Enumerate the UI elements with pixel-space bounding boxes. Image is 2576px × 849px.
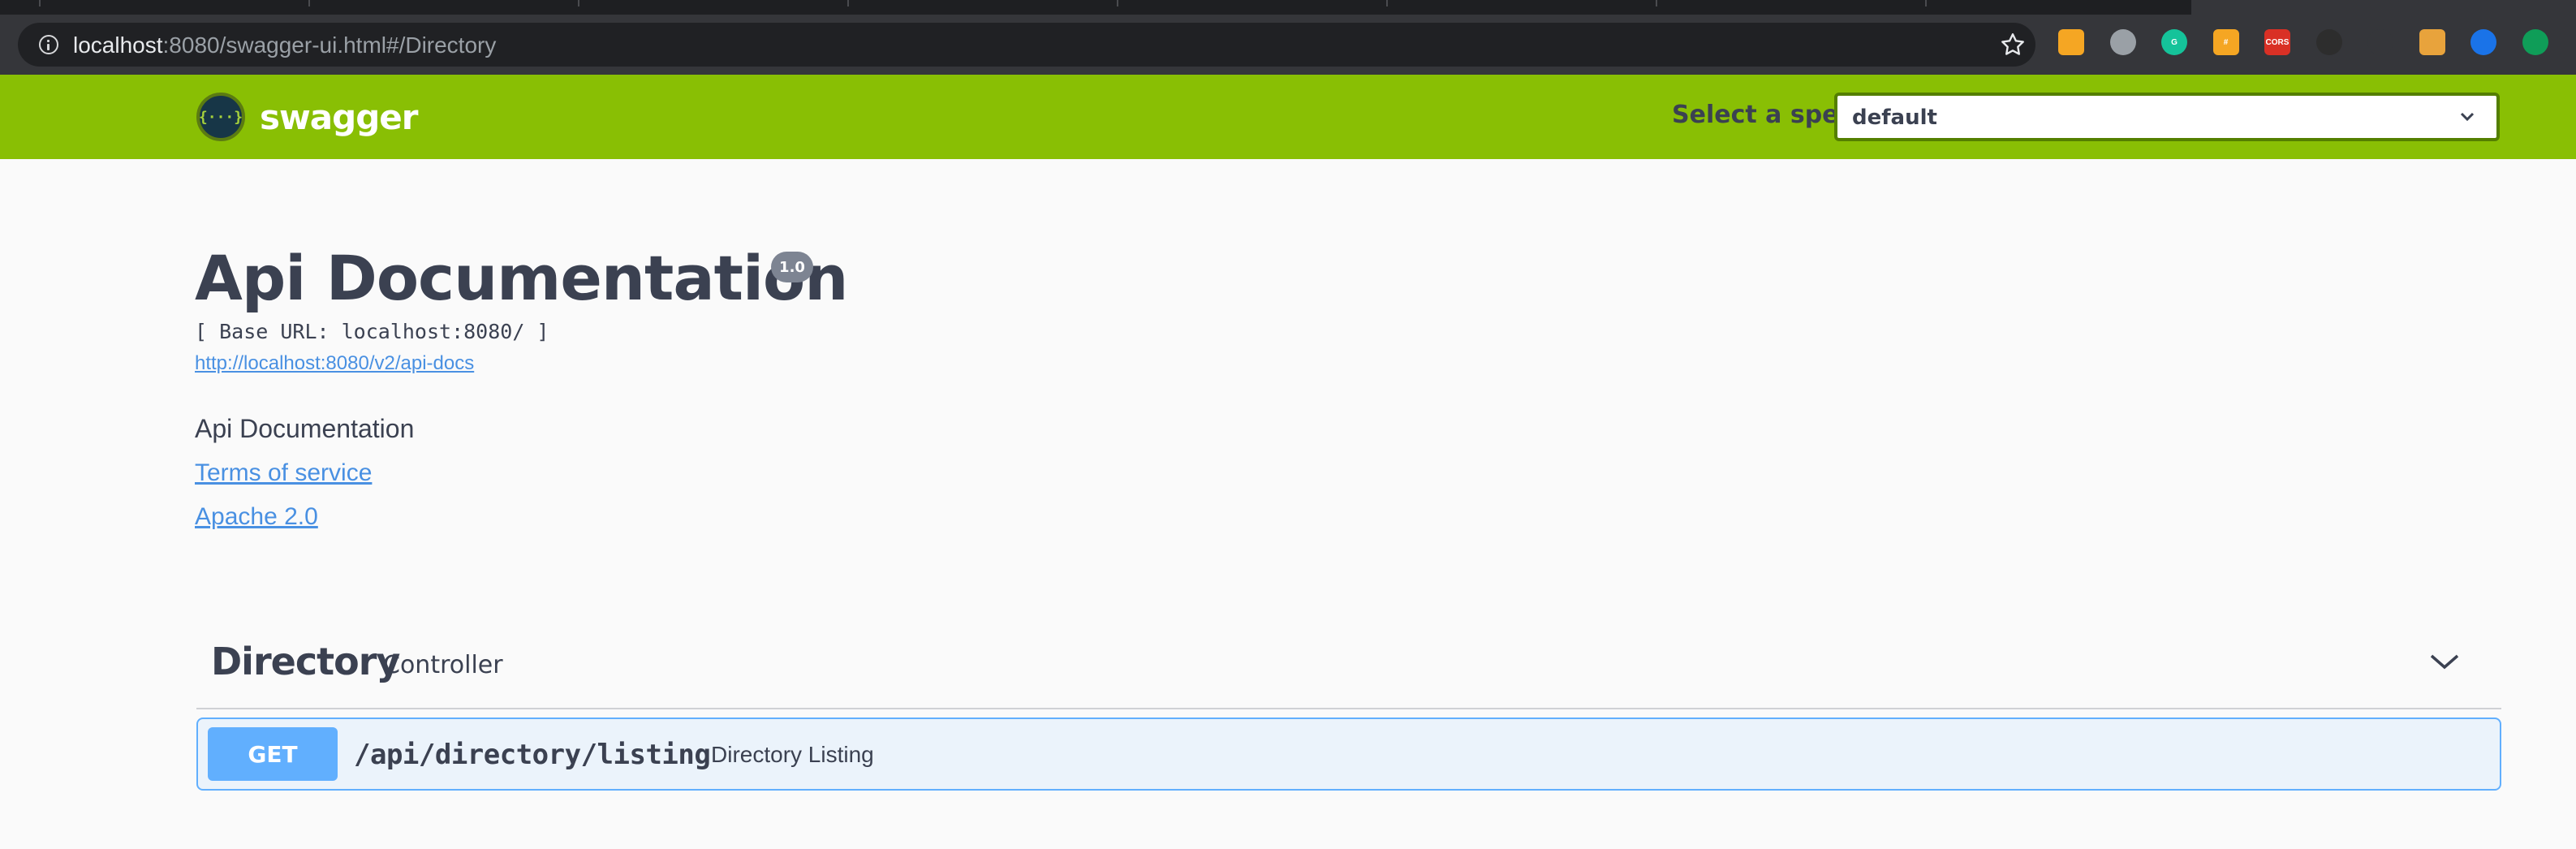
- tag-section-header[interactable]: Directory Controller: [196, 625, 2501, 709]
- base-url: [ Base URL: localhost:8080/ ]: [195, 320, 549, 343]
- browser-toolbar: localhost:8080/swagger-ui.html#/Director…: [0, 15, 2576, 75]
- tab-separator: [1925, 0, 1927, 6]
- api-title: Api Documentation: [195, 242, 848, 314]
- tab-separator: [847, 0, 849, 6]
- play-extension-icon[interactable]: [2470, 29, 2496, 55]
- grammarly-icon[interactable]: G: [2161, 29, 2187, 55]
- browser-tabstrip: [0, 0, 2576, 15]
- cors-extension-icon[interactable]: CORS: [2264, 29, 2290, 55]
- url-path: :8080/swagger-ui.html#/Directory: [162, 32, 497, 58]
- url-text[interactable]: localhost:8080/swagger-ui.html#/Director…: [73, 32, 496, 58]
- operation-path: /api/directory/listing: [354, 739, 711, 771]
- hashtag-extension-icon[interactable]: #: [2212, 29, 2239, 55]
- swagger-topbar: {···} swagger Select a spec default: [0, 75, 2576, 159]
- tab-separator: [1656, 0, 1657, 6]
- swagger-logo[interactable]: {···} swagger: [196, 93, 418, 141]
- tag-description: Controller: [383, 651, 503, 679]
- green-dot-extension-icon[interactable]: [2522, 29, 2548, 55]
- operation-summary: Directory Listing: [711, 742, 874, 767]
- collapse-chevron-icon[interactable]: [2428, 649, 2461, 674]
- tab-separator: [1117, 0, 1118, 6]
- http-method-badge: GET: [208, 727, 338, 781]
- react-devtools-icon[interactable]: [2367, 29, 2393, 55]
- tag-name: Directory: [211, 640, 400, 683]
- swagger-logo-icon: {···}: [196, 93, 245, 141]
- swagger-logo-text: swagger: [260, 97, 418, 137]
- circle-extension-icon[interactable]: [2109, 29, 2136, 55]
- spec-select-label: Select a spec: [1672, 101, 1854, 129]
- chevron-down-icon: [2460, 112, 2475, 122]
- api-docs-link[interactable]: http://localhost:8080/v2/api-docs: [195, 352, 474, 375]
- spec-select[interactable]: default: [1834, 93, 2500, 141]
- rss-extension-icon[interactable]: [2058, 29, 2084, 55]
- tab-separator: [308, 0, 310, 6]
- tab-separator: [39, 0, 41, 6]
- tab-separator: [1386, 0, 1388, 6]
- license-link[interactable]: Apache 2.0: [195, 503, 318, 531]
- bookmark-star-icon[interactable]: [1998, 30, 2027, 59]
- site-info-icon[interactable]: [39, 35, 58, 54]
- tab-separator: [578, 0, 579, 6]
- version-badge: 1.0: [771, 252, 813, 282]
- active-tab[interactable]: [2191, 0, 2576, 15]
- api-description: Api Documentation: [195, 414, 415, 443]
- terms-of-service-link[interactable]: Terms of service: [195, 459, 372, 487]
- spec-select-value: default: [1852, 106, 1937, 130]
- color-picker-extension-icon[interactable]: [2419, 29, 2445, 55]
- redux-devtools-icon[interactable]: [2315, 29, 2342, 55]
- operation-get-listing[interactable]: GET /api/directory/listing Directory Lis…: [196, 718, 2501, 791]
- address-bar[interactable]: localhost:8080/swagger-ui.html#/Director…: [18, 23, 2035, 67]
- url-host: localhost: [73, 32, 163, 58]
- logo-glyph: {···}: [198, 108, 243, 126]
